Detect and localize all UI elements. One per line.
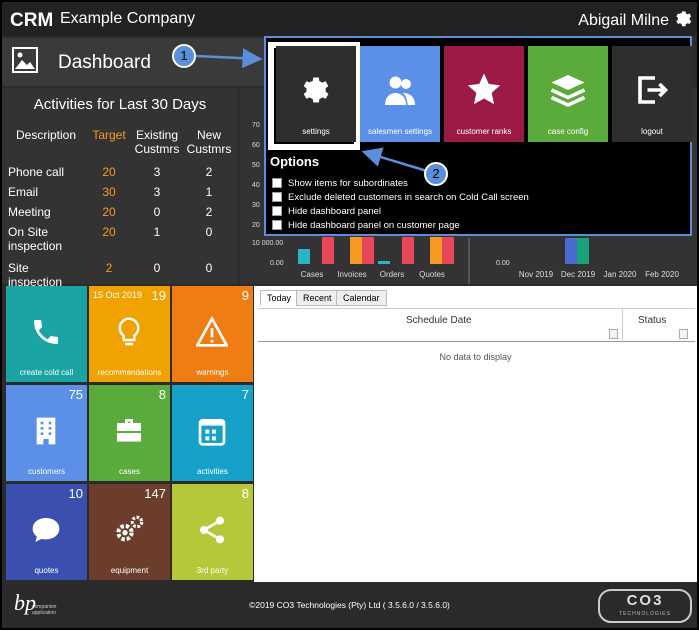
- tile-warnings[interactable]: 9 warnings: [172, 286, 253, 382]
- co3-brand: CO3: [626, 592, 664, 609]
- tile-activities[interactable]: 7 activities: [172, 385, 253, 481]
- tab-today[interactable]: Today: [260, 290, 299, 306]
- schedule-panel: Today Recent Calendar Schedule Date Stat…: [254, 286, 697, 582]
- filter-button[interactable]: [609, 329, 618, 339]
- tab-calendar[interactable]: Calendar: [336, 290, 387, 306]
- chat-icon: [32, 518, 60, 542]
- tile-label: 3rd party: [196, 566, 229, 575]
- callout-1: 1: [172, 44, 196, 68]
- column-divider: [622, 309, 623, 343]
- co3-brand-sub: TECHNOLOGIES: [619, 611, 671, 617]
- phone-icon: [34, 320, 58, 344]
- tile-quotes[interactable]: 10 quotes: [6, 484, 87, 580]
- calendar-icon: [198, 419, 226, 446]
- tile-label: warnings: [196, 368, 229, 377]
- tile-count: 9: [241, 288, 249, 303]
- footer: bp companion application ©2019 CO3 Techno…: [2, 584, 697, 628]
- tile-label: create cold call: [19, 368, 74, 377]
- tile-label: recommendations: [97, 368, 162, 377]
- tile-count: 75: [68, 387, 83, 402]
- building-icon: [36, 417, 56, 445]
- tile-label: activities: [197, 467, 228, 476]
- tab-recent[interactable]: Recent: [296, 290, 339, 306]
- callout-2: 2: [424, 162, 448, 186]
- no-data-message: No data to display: [439, 352, 512, 362]
- tile-count: 8: [241, 486, 249, 501]
- tile-label: customers: [28, 467, 65, 476]
- tile-count: 147: [144, 486, 166, 501]
- bp-caption-line2: application: [32, 610, 56, 616]
- col-schedule-date[interactable]: Schedule Date: [406, 315, 472, 326]
- tile-count: 8: [158, 387, 166, 402]
- app-window: CRM Example Company Abigail Milne Dashbo…: [0, 0, 699, 630]
- col-status[interactable]: Status: [638, 315, 666, 326]
- warning-icon: [196, 316, 228, 347]
- share-icon: [200, 516, 224, 544]
- filter-button[interactable]: [679, 329, 688, 339]
- tile-label: quotes: [34, 566, 59, 575]
- tile-count: 10: [68, 486, 83, 501]
- tile-customers[interactable]: 75 customers: [6, 385, 87, 481]
- tile-3rd-party[interactable]: 8 3rd party: [172, 484, 253, 580]
- tile-create-cold-call[interactable]: create cold call: [6, 286, 87, 382]
- tile-count: 7: [241, 387, 249, 402]
- tile-equipment[interactable]: 147 equipment: [89, 484, 170, 580]
- tile-recommendations[interactable]: 15 Oct 2019 19 recommendations: [89, 286, 170, 382]
- tile-label: equipment: [110, 566, 149, 575]
- tile-cases[interactable]: 8 cases: [89, 385, 170, 481]
- gears-icon: [116, 515, 144, 542]
- copyright-text: ©2019 CO3 Technologies (Pty) Ltd ( 3.5.6…: [249, 600, 450, 610]
- tile-count: 19: [151, 288, 166, 303]
- briefcase-icon: [117, 419, 141, 442]
- lightbulb-icon: [118, 317, 140, 346]
- grid-header: Schedule Date Status: [258, 308, 695, 343]
- tile-label: cases: [119, 467, 140, 476]
- tile-date: 15 Oct 2019: [93, 290, 143, 300]
